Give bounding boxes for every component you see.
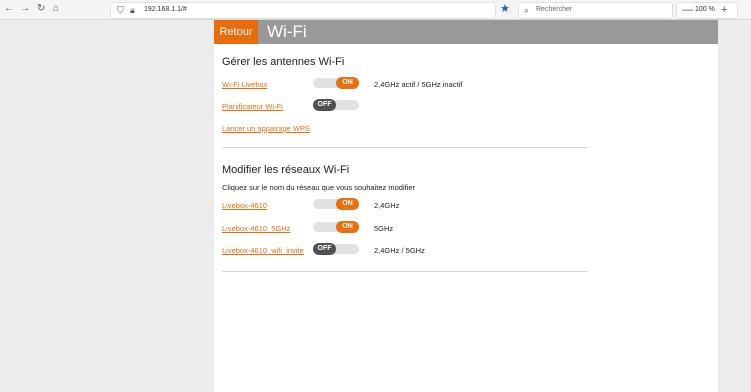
network-toggle[interactable]: ON bbox=[313, 198, 359, 210]
wifi-livebox-link[interactable]: Wi-Fi Livebox bbox=[222, 80, 267, 90]
search-placeholder: Rechercher bbox=[536, 6, 573, 13]
wifi-scheduler-toggle[interactable]: OFF bbox=[313, 99, 359, 111]
wifi-livebox-status: 2,4GHz actif / 5GHz inactif bbox=[374, 80, 463, 89]
wps-pairing-link[interactable]: Lancer un appairage WPS bbox=[222, 124, 310, 134]
zoom-level[interactable]: 100 % bbox=[695, 5, 715, 15]
bookmark-star-icon[interactable]: ★ bbox=[500, 3, 510, 15]
section-divider bbox=[222, 147, 588, 148]
search-icon: ⌕ bbox=[524, 5, 530, 15]
toggle-knob: ON bbox=[336, 198, 359, 210]
wifi-scheduler-link[interactable]: Planificateur Wi-Fi bbox=[222, 102, 283, 112]
browser-toolbar: ← → ↻ ⌂ ⛉ 🔒︎ 192.168.1.1/# ★ ⌕ Recherche… bbox=[0, 0, 751, 20]
back-arrow-icon[interactable]: ← bbox=[4, 3, 14, 15]
network-toggle[interactable]: ON bbox=[313, 221, 359, 233]
reload-icon[interactable]: ↻ bbox=[37, 3, 45, 15]
home-icon[interactable]: ⌂ bbox=[53, 3, 59, 15]
zoom-out-button[interactable]: — bbox=[682, 3, 693, 17]
toggle-knob: ON bbox=[336, 77, 359, 89]
network-link[interactable]: Livebox-4610 bbox=[222, 201, 267, 211]
wifi-livebox-toggle[interactable]: ON bbox=[313, 77, 359, 89]
toggle-knob: OFF bbox=[313, 243, 336, 255]
search-input[interactable]: ⌕ Rechercher bbox=[518, 2, 673, 19]
back-button[interactable]: Retour bbox=[214, 20, 258, 44]
network-toggle[interactable]: OFF bbox=[313, 243, 359, 255]
networks-instruction: Cliquez sur le nom du réseau que vous so… bbox=[222, 183, 416, 192]
page-header: Retour Wi-Fi bbox=[214, 20, 718, 44]
network-band: 2,4GHz / 5GHz bbox=[374, 246, 425, 255]
page-title: Wi-Fi bbox=[267, 22, 307, 41]
toggle-knob: OFF bbox=[313, 99, 336, 111]
wifi-settings-panel: Retour Wi-Fi Gérer les antennes Wi-Fi Wi… bbox=[214, 20, 718, 392]
antennas-heading: Gérer les antennes Wi-Fi bbox=[222, 56, 345, 68]
shield-icon[interactable]: ⛉ bbox=[117, 4, 124, 16]
url-text[interactable]: 192.168.1.1/# bbox=[144, 5, 187, 15]
lock-warning-icon[interactable]: 🔒︎ bbox=[130, 4, 135, 16]
address-bar[interactable]: ⛉ 🔒︎ 192.168.1.1/# bbox=[110, 2, 496, 19]
network-link[interactable]: Livebox-4610_5GHz bbox=[222, 224, 290, 234]
zoom-in-button[interactable]: + bbox=[721, 3, 727, 17]
zoom-control: — 100 % + bbox=[676, 2, 738, 19]
network-link[interactable]: Livebox-4610_wifi_invite bbox=[222, 246, 304, 256]
toggle-knob: ON bbox=[336, 221, 359, 233]
section-divider bbox=[222, 271, 588, 272]
networks-heading: Modifier les réseaux Wi-Fi bbox=[222, 164, 350, 176]
forward-arrow-icon[interactable]: → bbox=[20, 3, 30, 15]
network-band: 2,4GHz bbox=[374, 201, 400, 210]
network-band: 5GHz bbox=[374, 224, 394, 233]
